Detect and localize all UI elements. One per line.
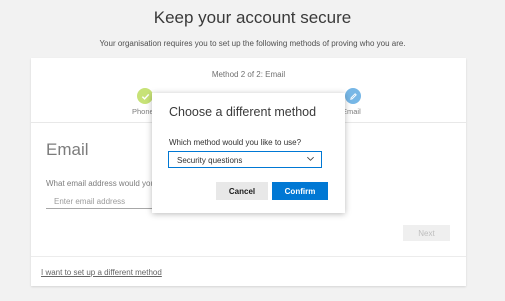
- dialog-question: Which method would you like to use?: [169, 138, 302, 147]
- page-subtitle: Your organisation requires you to set up…: [99, 39, 406, 48]
- confirm-button[interactable]: Confirm: [272, 182, 328, 200]
- method-select[interactable]: Security questions: [168, 151, 322, 168]
- page-title: Keep your account secure: [153, 8, 352, 27]
- chevron-down-icon: [306, 154, 315, 163]
- method-select-value: Security questions: [177, 156, 243, 165]
- cancel-button[interactable]: Cancel: [216, 182, 268, 200]
- choose-method-dialog: Choose a different method Which method w…: [152, 93, 345, 213]
- dialog-title: Choose a different method: [169, 105, 317, 119]
